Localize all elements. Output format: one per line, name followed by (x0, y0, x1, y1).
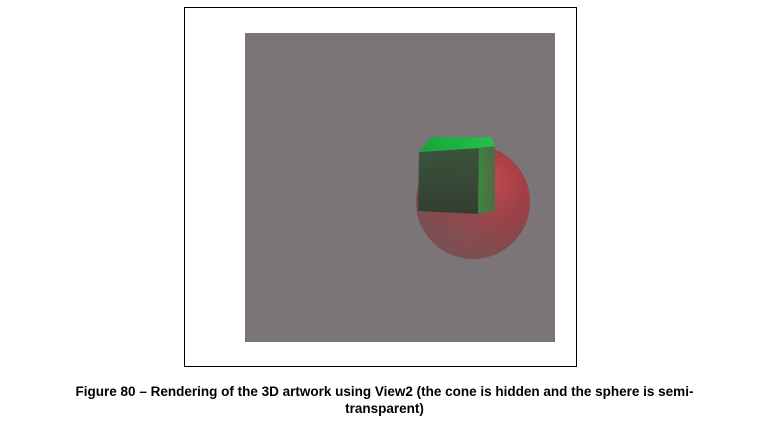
3d-scene (416, 137, 530, 259)
caption-line-2: transparent) (345, 401, 424, 416)
caption-line-1: Figure 80 – Rendering of the 3D artwork … (75, 384, 694, 399)
figure-caption: Figure 80 – Rendering of the 3D artwork … (0, 383, 769, 417)
figure-frame (184, 7, 577, 367)
cube-object (418, 137, 495, 214)
3d-render-viewport[interactable] (245, 33, 555, 342)
